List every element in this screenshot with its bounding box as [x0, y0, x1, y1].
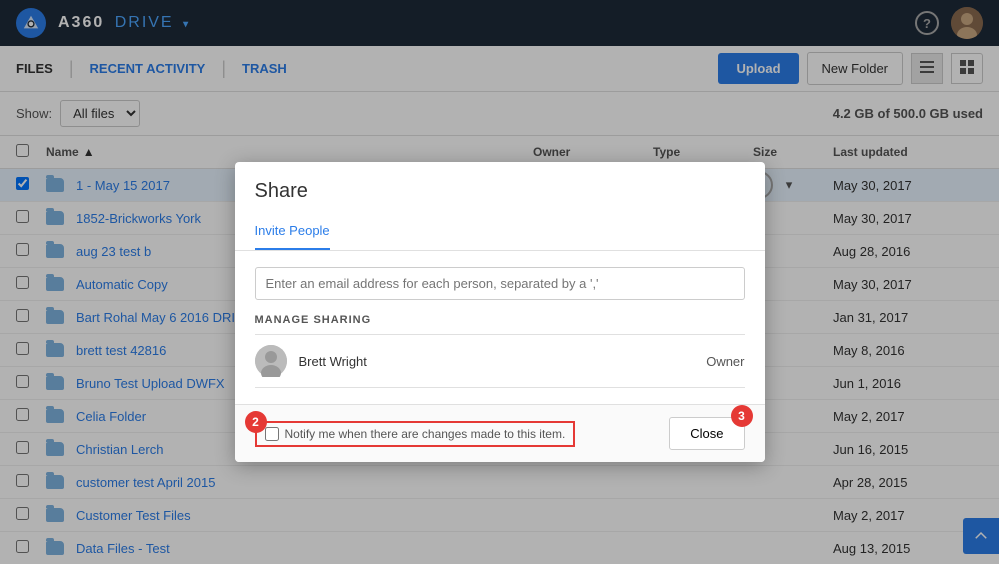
sharing-row: Brett Wright Owner — [255, 335, 745, 387]
modal-tabs: Invite People — [235, 213, 765, 251]
modal-body: MANAGE SHARING Brett Wright Owner — [235, 251, 765, 404]
sharing-name: Brett Wright — [299, 354, 707, 369]
notify-checkbox[interactable] — [265, 427, 279, 441]
sharing-role: Owner — [706, 354, 744, 369]
modal-footer: 2 Notify me when there are changes made … — [235, 404, 765, 462]
sharing-avatar — [255, 345, 287, 377]
share-modal: Share Invite People MANAGE SHARING — [235, 162, 765, 462]
modal-header: Share — [235, 162, 765, 213]
sharing-divider-bottom — [255, 387, 745, 388]
modal-title: Share — [255, 180, 745, 203]
notify-label: Notify me when there are changes made to… — [285, 427, 566, 441]
badge-3: 3 — [731, 405, 753, 427]
invite-people-tab[interactable]: Invite People — [255, 213, 330, 250]
manage-sharing-label: MANAGE SHARING — [255, 314, 745, 326]
badge-2: 2 — [245, 411, 267, 433]
notify-wrapper: 2 Notify me when there are changes made … — [255, 421, 576, 447]
modal-overlay: Share Invite People MANAGE SHARING — [0, 0, 999, 564]
email-input[interactable] — [255, 267, 745, 300]
